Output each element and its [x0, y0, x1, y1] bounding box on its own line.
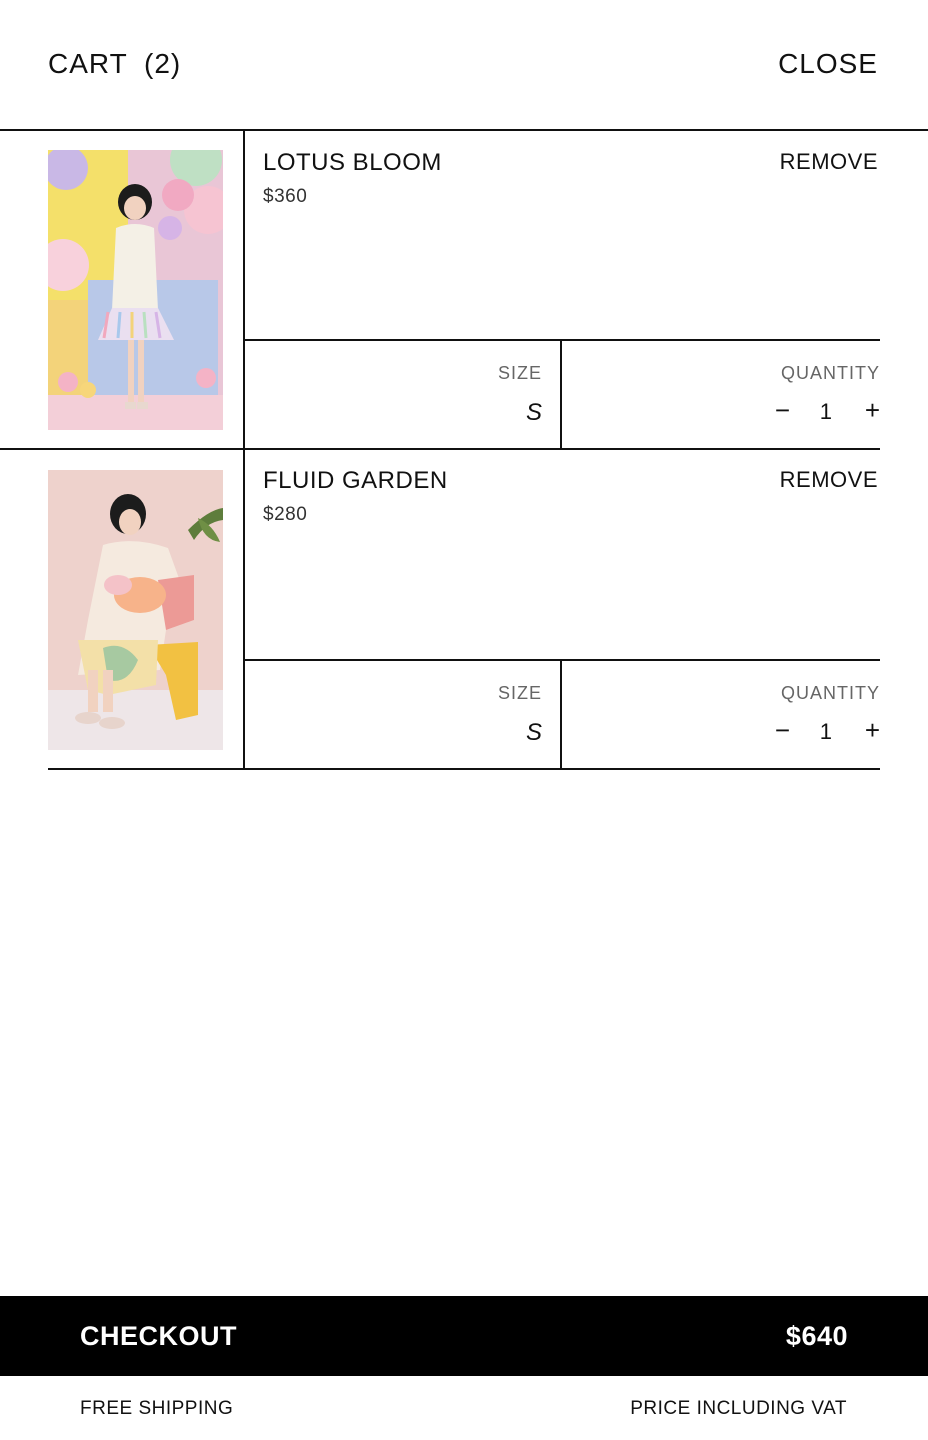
product-image-fluid-garden[interactable]	[48, 470, 223, 750]
vat-note: PRICE INCLUDING VAT	[630, 1398, 847, 1419]
cart-item-count: (2)	[144, 48, 182, 79]
size-value[interactable]: S	[526, 399, 542, 427]
item-info: LOTUS BLOOM $360 REMOVE	[245, 131, 880, 339]
cart-item: LOTUS BLOOM $360 REMOVE SIZE S QUANTITY …	[48, 131, 880, 449]
product-photo	[48, 470, 223, 750]
quantity-value: 1	[819, 719, 832, 744]
quantity-value: 1	[819, 399, 832, 424]
product-price: $280	[263, 504, 308, 525]
plus-icon[interactable]: +	[865, 397, 880, 423]
cart-title-label: CART	[48, 48, 128, 79]
item-info: FLUID GARDEN $280 REMOVE	[245, 449, 880, 659]
product-name[interactable]: FLUID GARDEN	[263, 467, 448, 495]
remove-button[interactable]: REMOVE	[780, 149, 878, 175]
product-photo	[48, 150, 223, 430]
size-selector[interactable]: SIZE S	[245, 341, 562, 449]
cart-list-bottom-border	[48, 768, 880, 770]
size-label: SIZE	[497, 363, 542, 383]
quantity-label: QUANTITY	[780, 683, 880, 703]
minus-icon[interactable]: −	[775, 717, 790, 743]
item-row-divider	[0, 448, 880, 450]
product-name[interactable]: LOTUS BLOOM	[263, 149, 442, 177]
plus-icon[interactable]: +	[865, 717, 880, 743]
remove-button[interactable]: REMOVE	[780, 467, 878, 493]
product-price: $360	[263, 186, 308, 207]
item-options: SIZE S QUANTITY − 1 +	[245, 339, 880, 449]
minus-icon[interactable]: −	[775, 397, 790, 423]
size-selector[interactable]: SIZE S	[245, 661, 562, 769]
free-shipping-note: FREE SHIPPING	[80, 1398, 234, 1419]
checkout-total: $640	[785, 1321, 848, 1351]
quantity-stepper: QUANTITY − 1 +	[562, 661, 880, 769]
quantity-stepper: QUANTITY − 1 +	[562, 341, 880, 449]
cart-header: CART (2) CLOSE	[0, 0, 928, 131]
checkout-label: CHECKOUT	[80, 1321, 237, 1351]
checkout-button[interactable]: CHECKOUT $640	[0, 1296, 928, 1376]
product-image-lotus-bloom[interactable]	[48, 150, 223, 430]
size-label: SIZE	[497, 683, 542, 703]
item-options: SIZE S QUANTITY − 1 +	[245, 659, 880, 769]
cart-item: FLUID GARDEN $280 REMOVE SIZE S QUANTITY…	[48, 449, 880, 769]
size-value[interactable]: S	[526, 719, 542, 747]
cart-title: CART (2)	[48, 48, 181, 80]
quantity-label: QUANTITY	[780, 363, 880, 383]
close-button[interactable]: CLOSE	[778, 48, 878, 80]
